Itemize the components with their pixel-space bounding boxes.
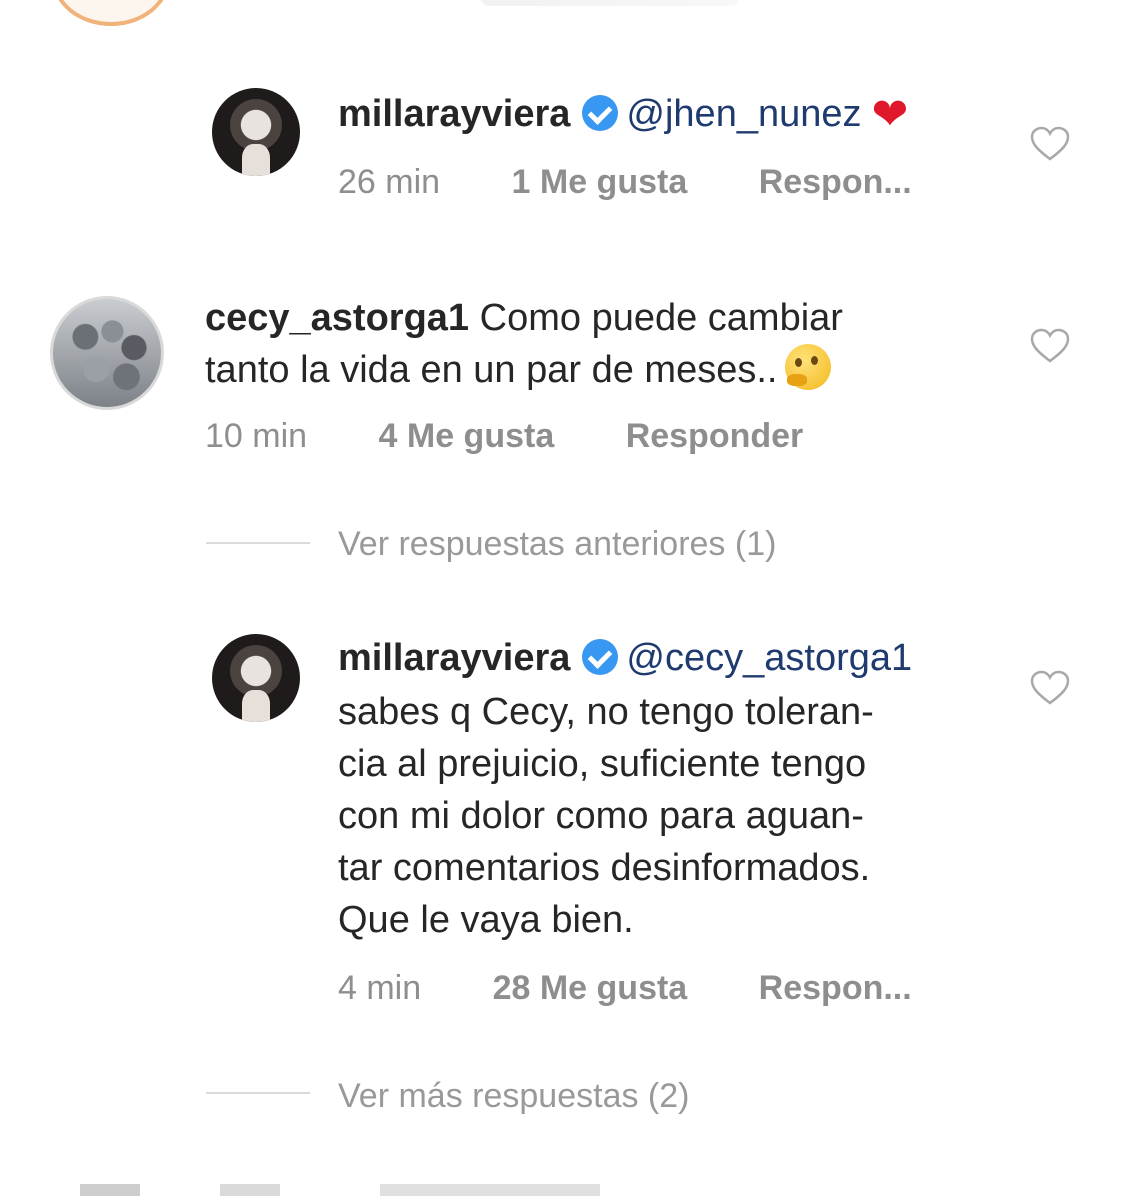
verified-badge-icon	[582, 95, 619, 131]
comment-line: cecy_astorga1 Como puede cambiar	[205, 292, 843, 344]
reply-button[interactable]: Responder	[626, 417, 804, 455]
red-heart-emoji: ❤	[871, 90, 909, 139]
comment-meta: 26 min 1 Me gusta Respon...	[338, 162, 912, 202]
divider	[206, 542, 310, 544]
reply-button[interactable]: Respon...	[759, 163, 912, 201]
comment-line: millarayviera @cecy_astorga1	[338, 632, 912, 684]
comment-text: cia al prejuicio, suficiente tengo	[338, 743, 867, 785]
mention-link[interactable]: @cecy_astorga1	[626, 637, 912, 679]
view-more-replies-button[interactable]: Ver más respuestas (2)	[338, 1076, 689, 1116]
likes-count[interactable]: 1 Me gusta	[512, 163, 688, 201]
view-previous-replies-button[interactable]: Ver respuestas anteriores (1)	[338, 524, 776, 564]
comment-meta: 4 min 28 Me gusta Respon...	[338, 968, 912, 1008]
comment-text: sabes q Cecy, no tengo toleran-	[338, 691, 874, 733]
verified-badge-icon	[582, 639, 619, 675]
comment-line: millarayviera @jhen_nunez ❤	[338, 88, 908, 141]
username[interactable]: cecy_astorga1	[205, 297, 469, 339]
username[interactable]: millarayviera	[338, 93, 570, 135]
avatar[interactable]	[212, 634, 300, 722]
comment-text: tar comentarios desinformados.	[338, 847, 871, 889]
comment-line: tanto la vida en un par de meses..	[205, 344, 832, 396]
divider	[206, 1092, 310, 1094]
username[interactable]: millarayviera	[338, 637, 570, 679]
like-heart-icon[interactable]	[1030, 670, 1070, 706]
comment-time: 4 min	[338, 969, 422, 1007]
comment-time: 26 min	[338, 163, 441, 201]
cropped-comment-text	[480, 0, 740, 6]
likes-count[interactable]: 4 Me gusta	[379, 417, 555, 455]
comment-text: tanto la vida en un par de meses..	[205, 349, 778, 391]
like-heart-icon[interactable]	[1030, 126, 1070, 162]
comment-text: Como puede cambiar	[479, 297, 843, 339]
comment-text: con mi dolor como para aguan-	[338, 795, 864, 837]
mention-link[interactable]: @jhen_nunez	[626, 93, 861, 135]
avatar[interactable]	[50, 296, 164, 410]
like-heart-icon[interactable]	[1030, 328, 1070, 364]
comment-text: Que le vaya bien.	[338, 899, 634, 941]
comment-meta: 10 min 4 Me gusta Responder	[205, 416, 803, 456]
likes-count[interactable]: 28 Me gusta	[493, 969, 688, 1007]
comment-time: 10 min	[205, 417, 308, 455]
reply-button[interactable]: Respon...	[759, 969, 912, 1007]
thinking-face-emoji	[785, 344, 832, 390]
cropped-comment-text	[80, 1184, 600, 1196]
avatar[interactable]	[52, 0, 170, 26]
avatar[interactable]	[212, 88, 300, 176]
